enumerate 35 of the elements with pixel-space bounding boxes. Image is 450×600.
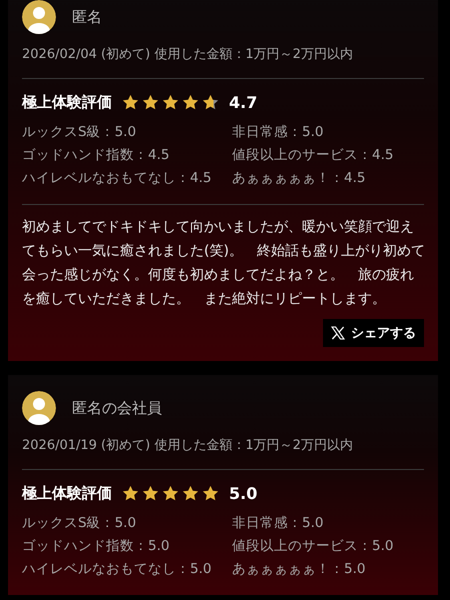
visit-info: 2026/02/04 (初めて) 使用した金額：1万円～2万円以内: [22, 46, 354, 64]
category-score: ルックスS級：5.0: [22, 123, 138, 142]
star-icon: [182, 484, 199, 502]
star-icon: [162, 94, 179, 110]
x-logo-icon: [331, 326, 345, 340]
review-text: 初めましてでドキドキして向かいましたが、暖かい笑顔で迎えてもらい一気に癒されました(笑)。 終始話も盛り上がり初めて会った感じがなく。何度も初めましてだよね？と。 旅の疲れを癒していただきました。 また絶対にリピートします。: [22, 218, 426, 309]
category-score: 値段以上のサービス：4.5: [232, 146, 394, 165]
category-score: あぁぁぁぁぁ！：5.0: [232, 560, 366, 579]
rating-label: 極上体験評価: [22, 92, 112, 112]
category-score: あぁぁぁぁぁ！：4.5: [232, 169, 366, 188]
star-icon: [202, 484, 219, 502]
reviewer-name: 匿名の会社員: [72, 398, 162, 418]
share-button[interactable]: シェアする: [323, 319, 424, 347]
category-score: ハイレベルなおもてなし：4.5: [22, 169, 212, 188]
category-score: ハイレベルなおもてなし：5.0: [22, 560, 212, 579]
star-icon: [182, 94, 199, 110]
visit-info: 2026/01/19 (初めて) 使用した金額：1万円～2万円以内: [22, 437, 354, 455]
star-icon: [162, 484, 179, 502]
category-score: ゴッドハンド指数：5.0: [22, 537, 170, 556]
rating-label: 極上体験評価: [22, 484, 112, 502]
category-score: ゴッドハンド指数：4.5: [22, 146, 170, 165]
rating-score: 4.7: [229, 92, 258, 112]
rating-score: 5.0: [229, 484, 258, 502]
star-icon: [142, 484, 159, 502]
star-icon: [142, 94, 159, 110]
category-score: 非日常感：5.0: [232, 123, 324, 142]
avatar-icon: [22, 0, 56, 34]
avatar-icon: [22, 391, 56, 425]
category-score: 値段以上のサービス：5.0: [232, 537, 394, 556]
star-icon: [122, 94, 139, 110]
star-icon: [202, 94, 219, 110]
star-icon: [122, 484, 139, 502]
category-score: ルックスS級：5.0: [22, 514, 138, 533]
reviewer-name: 匿名: [72, 8, 102, 26]
category-score: 非日常感：5.0: [232, 514, 324, 533]
